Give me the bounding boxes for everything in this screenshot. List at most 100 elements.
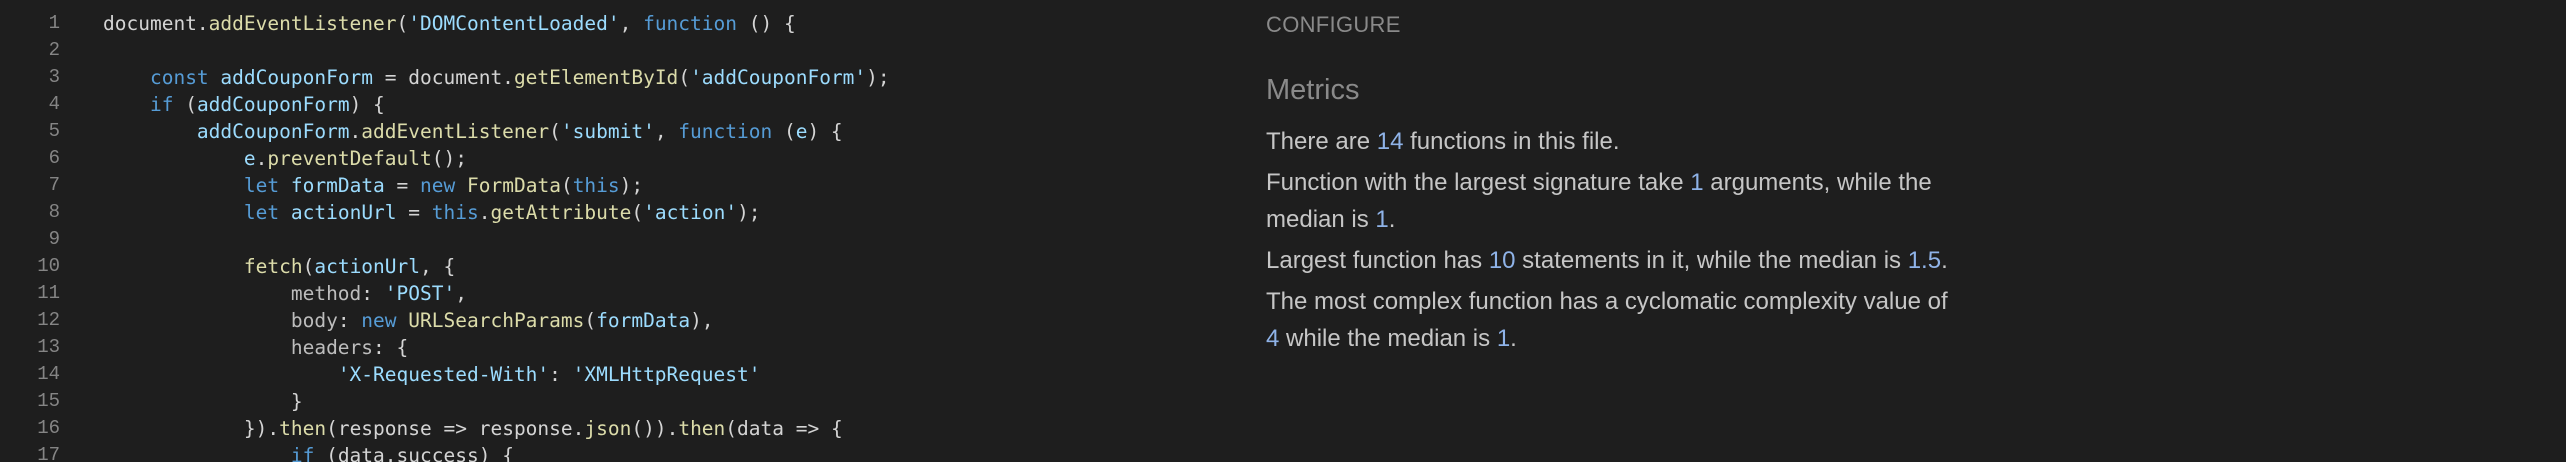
code-token: ) {	[478, 444, 514, 462]
code-token: new	[420, 174, 456, 197]
code-line[interactable]: 8 let actionUrl = this.getAttribute('act…	[0, 199, 1240, 226]
code-token: function	[678, 120, 773, 143]
metric-value: 10	[1488, 247, 1516, 274]
line-number: 2	[48, 39, 60, 61]
code-line[interactable]: 12 body: new URLSearchParams(formData),	[0, 307, 1240, 334]
code-token: (	[314, 444, 338, 462]
code-token: then	[678, 417, 726, 440]
code-token: }	[103, 390, 303, 413]
code-token: this	[572, 174, 620, 197]
code-line[interactable]: 17 if (data.success) {	[0, 442, 1240, 462]
app-root: 1 document.addEventListener('DOMContentLo…	[0, 0, 2566, 462]
code-token: =	[396, 201, 432, 224]
code-token: if	[149, 93, 174, 116]
code-line[interactable]: 6 e.preventDefault();	[0, 145, 1240, 172]
code-token: );	[737, 201, 761, 224]
code-token: then	[279, 417, 327, 440]
metric-complexity: The most complex function has a cyclomat…	[1266, 283, 1966, 357]
code-token: 'POST'	[384, 282, 456, 305]
code-token: }).	[103, 417, 280, 440]
code-line[interactable]: 15 }	[0, 388, 1240, 415]
code-text: addCouponForm.addEventListener('submit',…	[103, 118, 843, 145]
code-text: method: 'POST',	[103, 280, 467, 307]
metric-text: while the median is	[1279, 325, 1497, 352]
code-token: headers	[290, 336, 374, 359]
code-token: 'addCouponForm'	[690, 66, 867, 89]
metric-text: Largest function has	[1266, 247, 1489, 274]
code-line[interactable]: 7 let formData = new FormData(this);	[0, 172, 1240, 199]
code-token: if	[290, 444, 315, 462]
code-token: (	[549, 120, 561, 143]
code-line[interactable]: 1 document.addEventListener('DOMContentLo…	[0, 10, 1240, 37]
code-line[interactable]: 3 const addCouponForm = document.getElem…	[0, 64, 1240, 91]
line-number: 8	[48, 201, 60, 223]
line-number: 1	[48, 12, 60, 34]
code-line[interactable]: 4 if (addCouponForm) {	[0, 91, 1240, 118]
metric-text: Function with the largest signature take	[1266, 169, 1691, 196]
code-token: (	[396, 12, 409, 35]
configure-link[interactable]: CONFIGURE	[1266, 12, 1986, 38]
code-token: actionUrl	[314, 255, 421, 278]
code-token: FormData	[467, 174, 561, 197]
code-line[interactable]: 5 addCouponForm.addEventListener('submit…	[0, 118, 1240, 145]
code-line[interactable]: 9	[0, 226, 1240, 253]
code-token: success	[396, 444, 479, 462]
line-number: 11	[37, 282, 60, 304]
code-line[interactable]: 13 headers: {	[0, 334, 1240, 361]
code-token: =	[384, 174, 421, 197]
line-number: 14	[37, 363, 60, 385]
code-token: .	[255, 147, 268, 170]
code-line[interactable]: 16 }).then(response => response.json()).…	[0, 415, 1240, 442]
code-editor[interactable]: 1 document.addEventListener('DOMContentLo…	[0, 0, 1240, 462]
code-token: body	[290, 309, 338, 332]
code-line[interactable]: 10 fetch(actionUrl, {	[0, 253, 1240, 280]
code-token: new	[361, 309, 397, 332]
code-token: json	[584, 417, 632, 440]
code-line[interactable]: 14 'X-Requested-With': 'XMLHttpRequest'	[0, 361, 1240, 388]
code-text: headers: {	[103, 334, 408, 361]
code-text: if (data.success) {	[103, 442, 514, 462]
code-token: (	[173, 93, 197, 116]
code-token: addEventListener	[361, 120, 550, 143]
code-token: ,	[619, 12, 644, 35]
code-token: = document.	[373, 66, 514, 89]
code-token: => {	[784, 417, 843, 440]
code-line[interactable]: 2	[0, 37, 1240, 64]
code-line[interactable]: 11 method: 'POST',	[0, 280, 1240, 307]
code-token: let	[243, 201, 280, 224]
code-token: const	[149, 66, 209, 89]
code-token: .	[478, 201, 491, 224]
code-token: e	[795, 120, 808, 143]
code-token: =>	[431, 417, 479, 440]
code-token: fetch	[243, 255, 303, 278]
code-text: 'X-Requested-With': 'XMLHttpRequest'	[103, 361, 761, 388]
code-token: .	[572, 417, 585, 440]
code-token: 'XMLHttpRequest'	[572, 363, 761, 386]
code-token: .	[349, 120, 362, 143]
metric-median-value: 1.5	[1907, 247, 1942, 274]
code-token: , {	[420, 255, 456, 278]
metric-text: There are	[1266, 128, 1377, 155]
code-text: let actionUrl = this.getAttribute('actio…	[103, 199, 761, 226]
code-token: (	[772, 120, 796, 143]
metric-function-count: There are 14 functions in this file.	[1266, 123, 1966, 160]
metric-text: .	[1941, 247, 1948, 274]
code-text: body: new URLSearchParams(formData),	[103, 307, 714, 334]
code-token: preventDefault	[267, 147, 432, 170]
line-number: 6	[48, 147, 60, 169]
code-token: .	[384, 444, 397, 462]
